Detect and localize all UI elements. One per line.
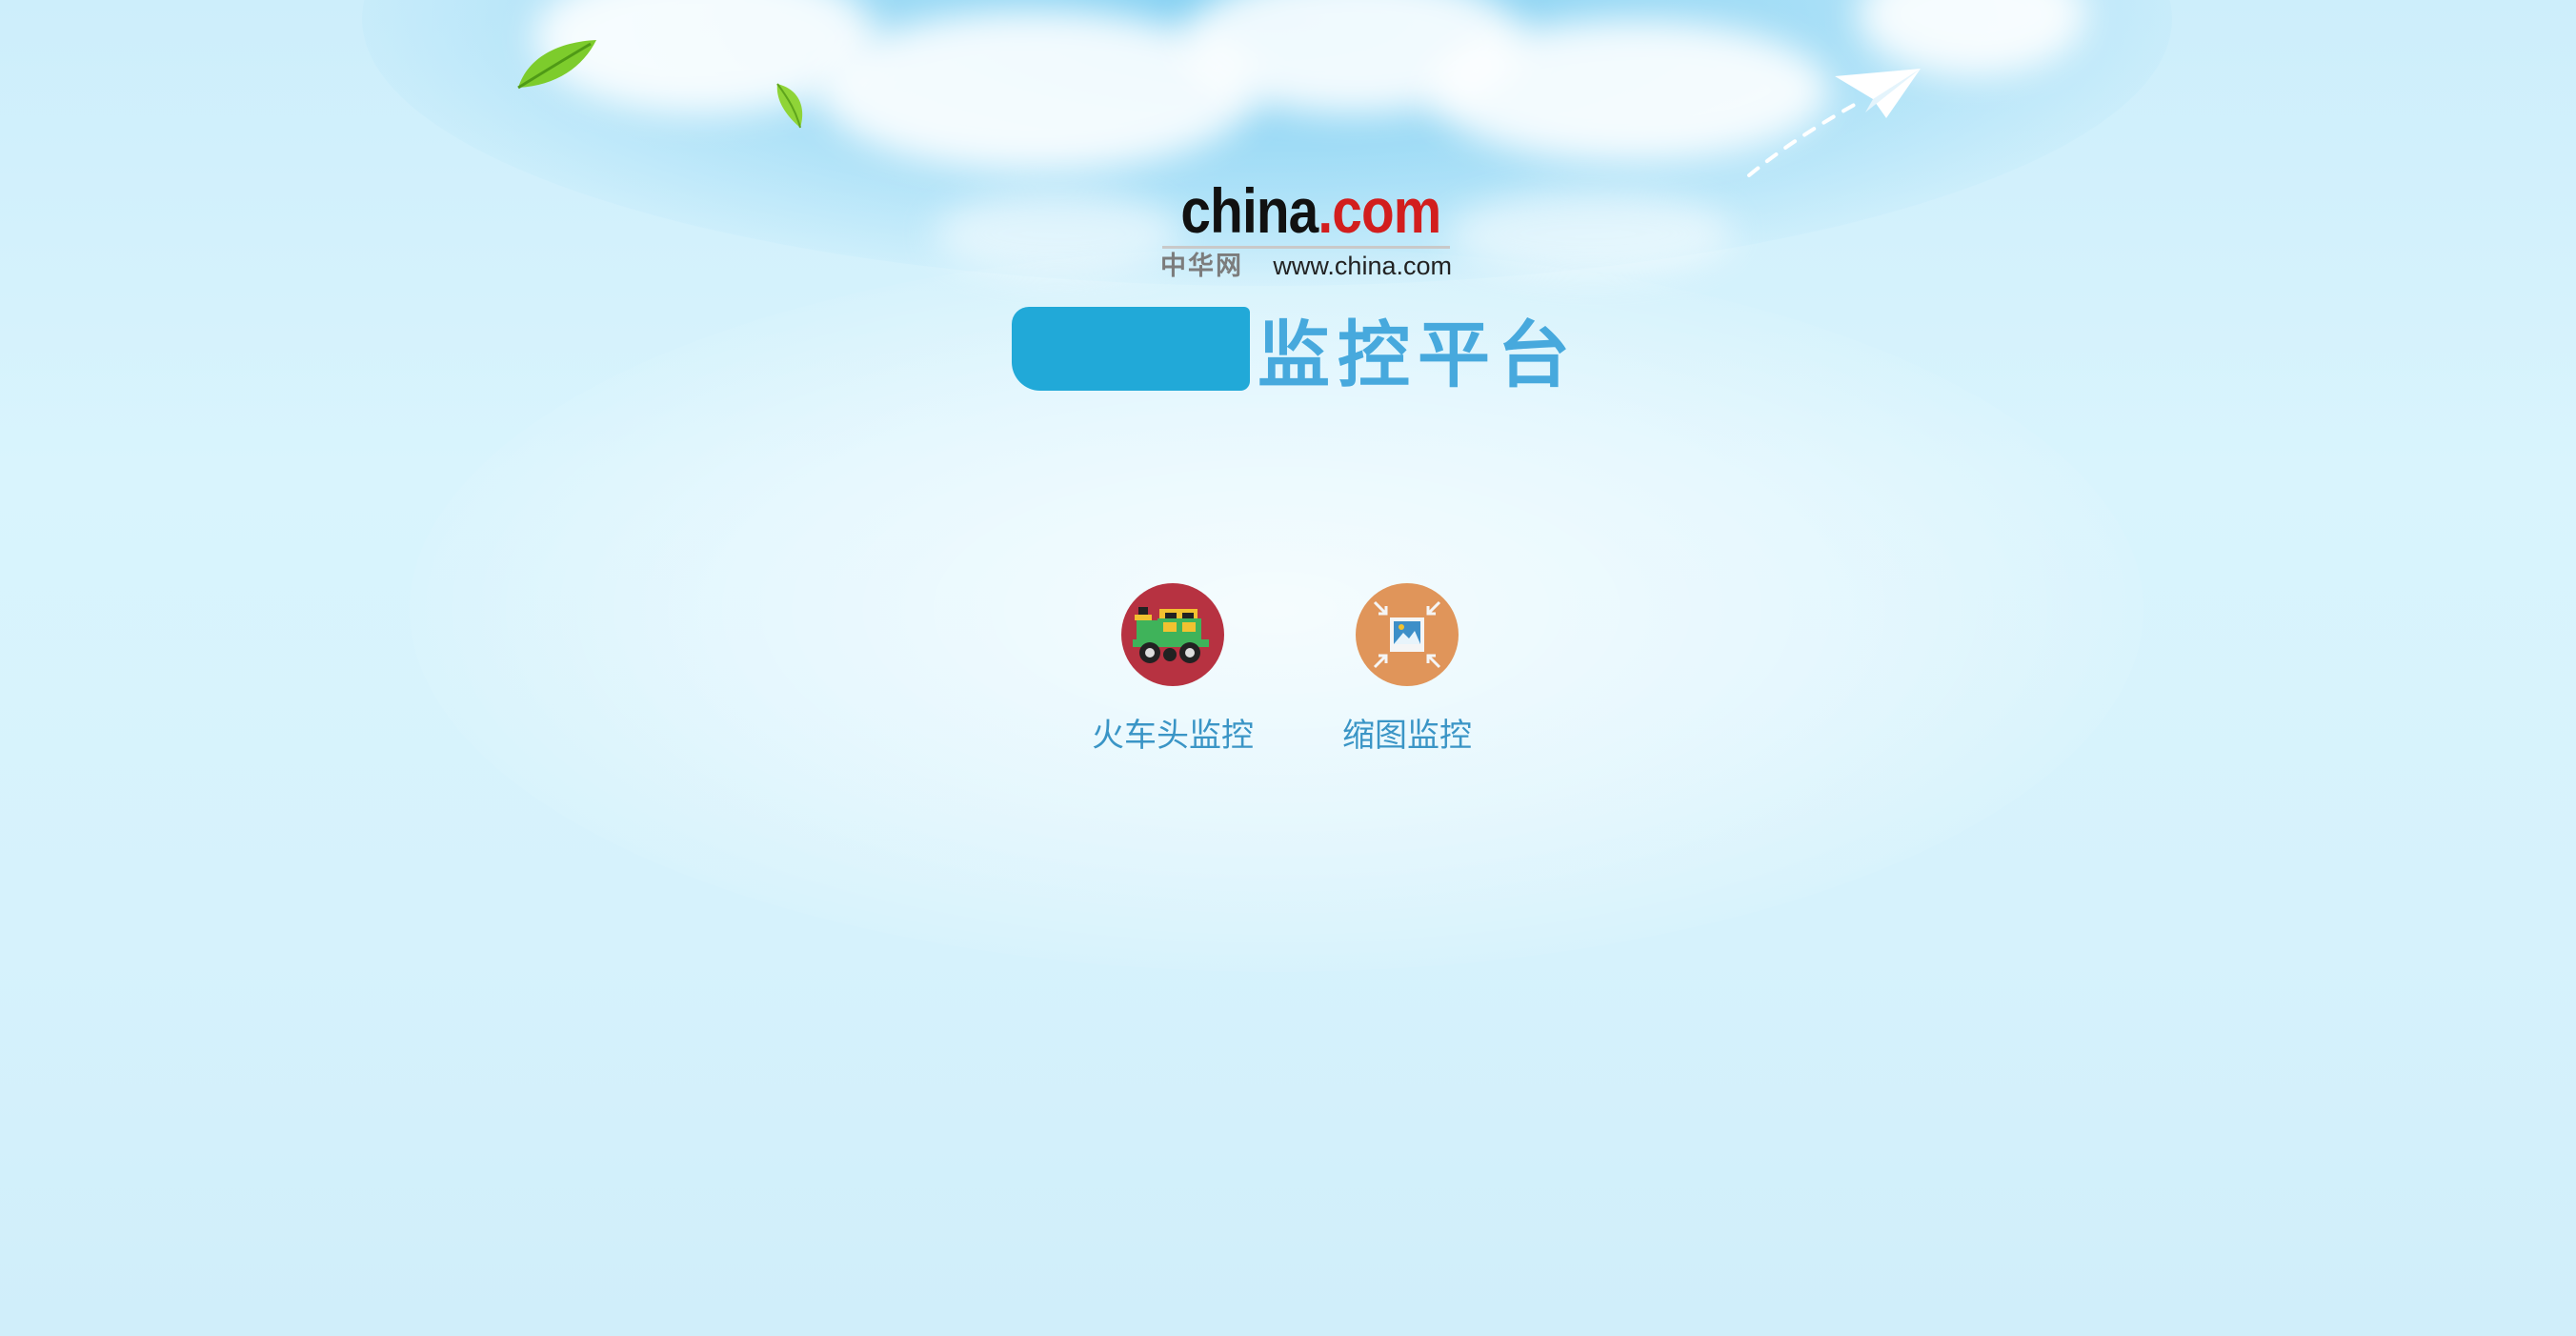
leaf-icon <box>776 83 803 129</box>
train-monitor-label[interactable]: 火车头监控 <box>1058 709 1287 756</box>
thumbnail-monitor-button[interactable]: 缩图监控 <box>1293 583 1521 756</box>
logo-url: www.china.com <box>1273 252 1452 280</box>
logo-wordmark: china.com <box>1180 179 1441 242</box>
logo-chinese-name: 中华网 <box>1160 252 1243 280</box>
train-monitor-button[interactable]: 火车头监控 <box>1058 583 1287 756</box>
thumbnail-monitor-label[interactable]: 缩图监控 <box>1293 709 1521 756</box>
cloud <box>1448 191 1734 276</box>
image-resize-icon <box>1373 600 1441 669</box>
logo-brand-suffix: .com <box>1318 175 1441 246</box>
china-com-logo: china.com 中华网 www.china.com <box>1160 179 1452 281</box>
train-icon <box>1133 607 1209 663</box>
paper-plane-icon <box>1747 69 1921 177</box>
leaf-icon <box>517 40 596 90</box>
redacted-title-block <box>1012 307 1250 391</box>
logo-brand-main: china <box>1180 175 1318 246</box>
cloud <box>934 191 1181 276</box>
page-title-text: 监控平台 <box>1258 313 1578 397</box>
logo-divider <box>1162 246 1450 249</box>
logo-subline: 中华网 www.china.com <box>1160 251 1452 281</box>
thumbnail-monitor-icon-circle[interactable] <box>1356 583 1459 686</box>
page-title: 监控平台 <box>1012 301 1578 397</box>
train-monitor-icon-circle[interactable] <box>1121 583 1224 686</box>
